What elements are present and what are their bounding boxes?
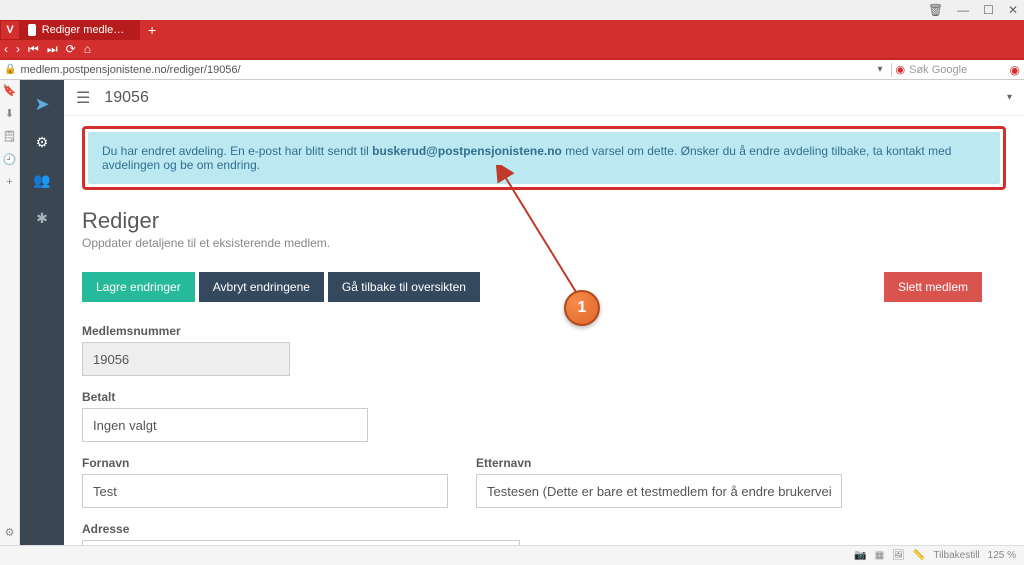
url-field[interactable]: medlem.postpensjonistene.no/rediger/1905…: [20, 64, 869, 76]
new-tab-button[interactable]: +: [140, 22, 164, 38]
tab-title: Rediger medlem - Postens P: [42, 24, 132, 36]
sync-icon[interactable]: ◉: [1010, 63, 1020, 77]
forward-button[interactable]: ›: [16, 42, 20, 56]
history-icon[interactable]: 🕘: [3, 153, 17, 166]
search-box[interactable]: ◉ Søk Google: [896, 63, 1006, 76]
content: Du har endret avdeling. En e-post har bl…: [64, 116, 1024, 545]
tab-bar: V Rediger medlem - Postens P +: [0, 20, 1024, 40]
page-subtitle: Oppdater detaljene til et eksisterende m…: [82, 236, 1006, 250]
form: Medlemsnummer Betalt Ingen valgt Fornavn: [82, 324, 1006, 545]
topbar: ☰ 19056 ▾: [64, 80, 1024, 116]
menu-toggle-icon[interactable]: ☰: [76, 88, 90, 108]
trash-icon[interactable]: 🗑: [928, 3, 943, 17]
close-icon[interactable]: ✕: [1008, 3, 1018, 17]
paper-plane-icon[interactable]: ➤: [32, 94, 52, 114]
browser-panel: 🔖 ⬇ 🗒 🕘 + ⚙: [0, 80, 20, 545]
bookmarks-icon[interactable]: 🔖: [3, 84, 17, 97]
status-bar: 📷 ▦ 🖼 📏 Tilbakestill 125 %: [0, 545, 1024, 565]
browser-tab[interactable]: Rediger medlem - Postens P: [20, 20, 140, 40]
address-bar: 🔒 medlem.postpensjonistene.no/rediger/19…: [0, 60, 1024, 80]
divider: [891, 63, 892, 77]
downloads-icon[interactable]: ⬇: [5, 107, 14, 120]
lastname-input[interactable]: [476, 474, 842, 508]
fastforward-button[interactable]: ⏭: [47, 42, 58, 57]
app-main: ☰ 19056 ▾ Du har endret avdeling. En e-p…: [64, 80, 1024, 545]
cancel-button[interactable]: Avbryt endringene: [199, 272, 324, 302]
search-placeholder: Søk Google: [909, 64, 967, 76]
alert-prefix: Du har endret avdeling. En e-post har bl…: [102, 144, 372, 158]
add-panel-icon[interactable]: +: [6, 176, 12, 188]
camera-icon[interactable]: 📷: [854, 550, 866, 561]
search-engine-icon: ◉: [896, 63, 906, 76]
favicon-icon: [28, 24, 36, 36]
rewind-button[interactable]: ⏮: [28, 42, 39, 57]
settings-icon[interactable]: ⚙: [5, 526, 15, 539]
back-button-app[interactable]: Gå tilbake til oversikten: [328, 272, 480, 302]
page-title: Rediger: [82, 208, 1006, 234]
notes-icon[interactable]: 🗒: [3, 130, 17, 143]
user-menu-caret-icon[interactable]: ▾: [1007, 92, 1012, 103]
button-row: Lagre endringer Avbryt endringene Gå til…: [82, 272, 982, 302]
lock-icon[interactable]: 🔒: [4, 64, 16, 75]
lastname-label: Etternavn: [476, 456, 842, 470]
paid-label: Betalt: [82, 390, 368, 404]
firstname-input[interactable]: [82, 474, 448, 508]
settings-gear-icon[interactable]: ✱: [32, 208, 52, 228]
alert-message: Du har endret avdeling. En e-post har bl…: [88, 132, 1000, 184]
save-button[interactable]: Lagre endringer: [82, 272, 195, 302]
member-no-label: Medlemsnummer: [82, 324, 290, 338]
status-text: Tilbakestill: [933, 550, 979, 561]
app-sidebar: ➤ ⚙ 👥 ✱: [20, 80, 64, 545]
ruler-icon[interactable]: 📏: [913, 550, 925, 561]
vivaldi-icon[interactable]: V: [0, 20, 20, 40]
address-label: Adresse: [82, 522, 520, 536]
member-id-display: 19056: [104, 89, 149, 107]
member-no-input: [82, 342, 290, 376]
minimize-icon[interactable]: —: [957, 3, 969, 17]
dashboard-icon[interactable]: ⚙: [32, 132, 52, 152]
delete-button[interactable]: Slett medlem: [884, 272, 982, 302]
app-area: ➤ ⚙ 👥 ✱ ☰ 19056 ▾ Du har endret avdeling…: [20, 80, 1024, 545]
paid-select[interactable]: Ingen valgt: [82, 408, 368, 442]
nav-bar: ‹ › ⏮ ⏭ ⟳ ⌂: [0, 40, 1024, 60]
image-toggle-icon[interactable]: 🖼: [892, 550, 905, 561]
home-button[interactable]: ⌂: [84, 42, 91, 56]
layout-icon[interactable]: ▦: [875, 550, 884, 561]
reload-button[interactable]: ⟳: [66, 42, 76, 56]
back-button[interactable]: ‹: [4, 42, 8, 56]
window-controls: 🗑 — ☐ ✕: [0, 0, 1024, 20]
members-icon[interactable]: 👥: [32, 170, 52, 190]
firstname-label: Fornavn: [82, 456, 448, 470]
alert-email: buskerud@postpensjonistene.no: [372, 144, 562, 158]
maximize-icon[interactable]: ☐: [983, 3, 994, 17]
zoom-level[interactable]: 125 %: [988, 550, 1016, 561]
alert-box: Du har endret avdeling. En e-post har bl…: [82, 126, 1006, 190]
url-dropdown-icon[interactable]: ▾: [873, 64, 886, 75]
